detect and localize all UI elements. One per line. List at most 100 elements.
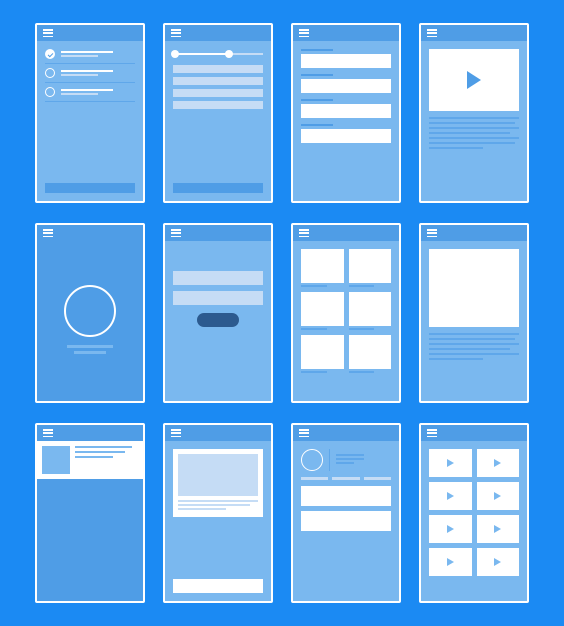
card-item[interactable] [301, 292, 344, 330]
screen-login [163, 223, 273, 403]
card-item[interactable] [349, 249, 392, 287]
topbar [293, 225, 399, 241]
text-input[interactable] [301, 54, 391, 68]
video-thumbnail[interactable] [477, 515, 520, 543]
tab[interactable] [332, 477, 359, 480]
profile-stats [336, 454, 364, 466]
hamburger-icon[interactable] [43, 29, 53, 37]
list-item [173, 89, 263, 97]
play-icon [447, 459, 454, 467]
list-item [173, 77, 263, 85]
profile-subtitle [74, 351, 106, 354]
field-label [301, 124, 333, 126]
radio-icon[interactable] [45, 87, 55, 97]
play-icon [494, 525, 501, 533]
topbar [421, 225, 527, 241]
hamburger-icon[interactable] [43, 429, 53, 437]
post-card [173, 449, 263, 517]
hamburger-icon[interactable] [43, 229, 53, 237]
hamburger-icon[interactable] [171, 429, 181, 437]
username-input[interactable] [173, 271, 263, 285]
card-item[interactable] [301, 335, 344, 373]
list-item[interactable] [45, 49, 135, 59]
password-input[interactable] [173, 291, 263, 305]
slider-handle-icon[interactable] [225, 50, 233, 58]
video-thumbnail[interactable] [477, 482, 520, 510]
field-label [301, 49, 333, 51]
hamburger-icon[interactable] [299, 429, 309, 437]
screen-slider-list [163, 23, 273, 203]
play-icon[interactable] [467, 71, 481, 89]
screen-video-article [419, 23, 529, 203]
article-text [429, 333, 519, 363]
play-icon [447, 525, 454, 533]
screen-card-grid [291, 223, 401, 403]
tab[interactable] [364, 477, 391, 480]
radio-checked-icon[interactable] [45, 49, 55, 59]
bottom-action-bar[interactable] [45, 183, 135, 193]
topbar [421, 25, 527, 41]
list-item [173, 65, 263, 73]
play-icon [447, 492, 454, 500]
video-player[interactable] [429, 49, 519, 111]
topbar [37, 425, 143, 441]
bottom-action-bar[interactable] [173, 183, 263, 193]
play-icon [494, 492, 501, 500]
avatar-icon [301, 449, 323, 471]
screen-profile-tabs [291, 423, 401, 603]
play-icon [494, 459, 501, 467]
hamburger-icon[interactable] [427, 229, 437, 237]
header-text [75, 446, 138, 474]
field-label [301, 99, 333, 101]
text-input[interactable] [301, 104, 391, 118]
list-item [173, 101, 263, 109]
list-item[interactable] [45, 87, 135, 97]
slider-handle-icon[interactable] [171, 50, 179, 58]
hamburger-icon[interactable] [171, 229, 181, 237]
text-input[interactable] [301, 129, 391, 143]
video-thumbnail[interactable] [429, 515, 472, 543]
video-thumbnail[interactable] [429, 482, 472, 510]
hamburger-icon[interactable] [299, 229, 309, 237]
hamburger-icon[interactable] [427, 429, 437, 437]
avatar-icon [64, 285, 116, 337]
topbar [37, 225, 143, 241]
topbar [293, 25, 399, 41]
video-thumbnail[interactable] [429, 449, 472, 477]
field-label [301, 74, 333, 76]
video-thumbnail[interactable] [477, 449, 520, 477]
range-slider[interactable] [173, 49, 263, 59]
screen-profile-splash [35, 223, 145, 403]
content-panel [301, 486, 391, 506]
tab[interactable] [301, 477, 328, 480]
screen-image-article [419, 223, 529, 403]
submit-button[interactable] [197, 313, 239, 327]
list-item[interactable] [45, 68, 135, 78]
screen-header-panel [35, 423, 145, 603]
profile-header [301, 449, 391, 471]
hamburger-icon[interactable] [171, 29, 181, 37]
play-icon [494, 558, 501, 566]
tab-bar [301, 477, 391, 480]
comment-input[interactable] [173, 579, 263, 593]
hamburger-icon[interactable] [299, 29, 309, 37]
topbar [421, 425, 527, 441]
topbar [165, 225, 271, 241]
video-thumbnail[interactable] [477, 548, 520, 576]
radio-icon[interactable] [45, 68, 55, 78]
header-card [37, 441, 143, 479]
screen-video-grid [419, 423, 529, 603]
video-thumbnail[interactable] [429, 548, 472, 576]
profile-name [67, 345, 113, 348]
article-text [429, 117, 519, 152]
hero-image [429, 249, 519, 327]
card-item[interactable] [301, 249, 344, 287]
text-input[interactable] [301, 79, 391, 93]
card-item[interactable] [349, 335, 392, 373]
topbar [293, 425, 399, 441]
thumbnail-icon [42, 446, 70, 474]
hamburger-icon[interactable] [427, 29, 437, 37]
card-item[interactable] [349, 292, 392, 330]
topbar [165, 25, 271, 41]
screen-post-comment [163, 423, 273, 603]
